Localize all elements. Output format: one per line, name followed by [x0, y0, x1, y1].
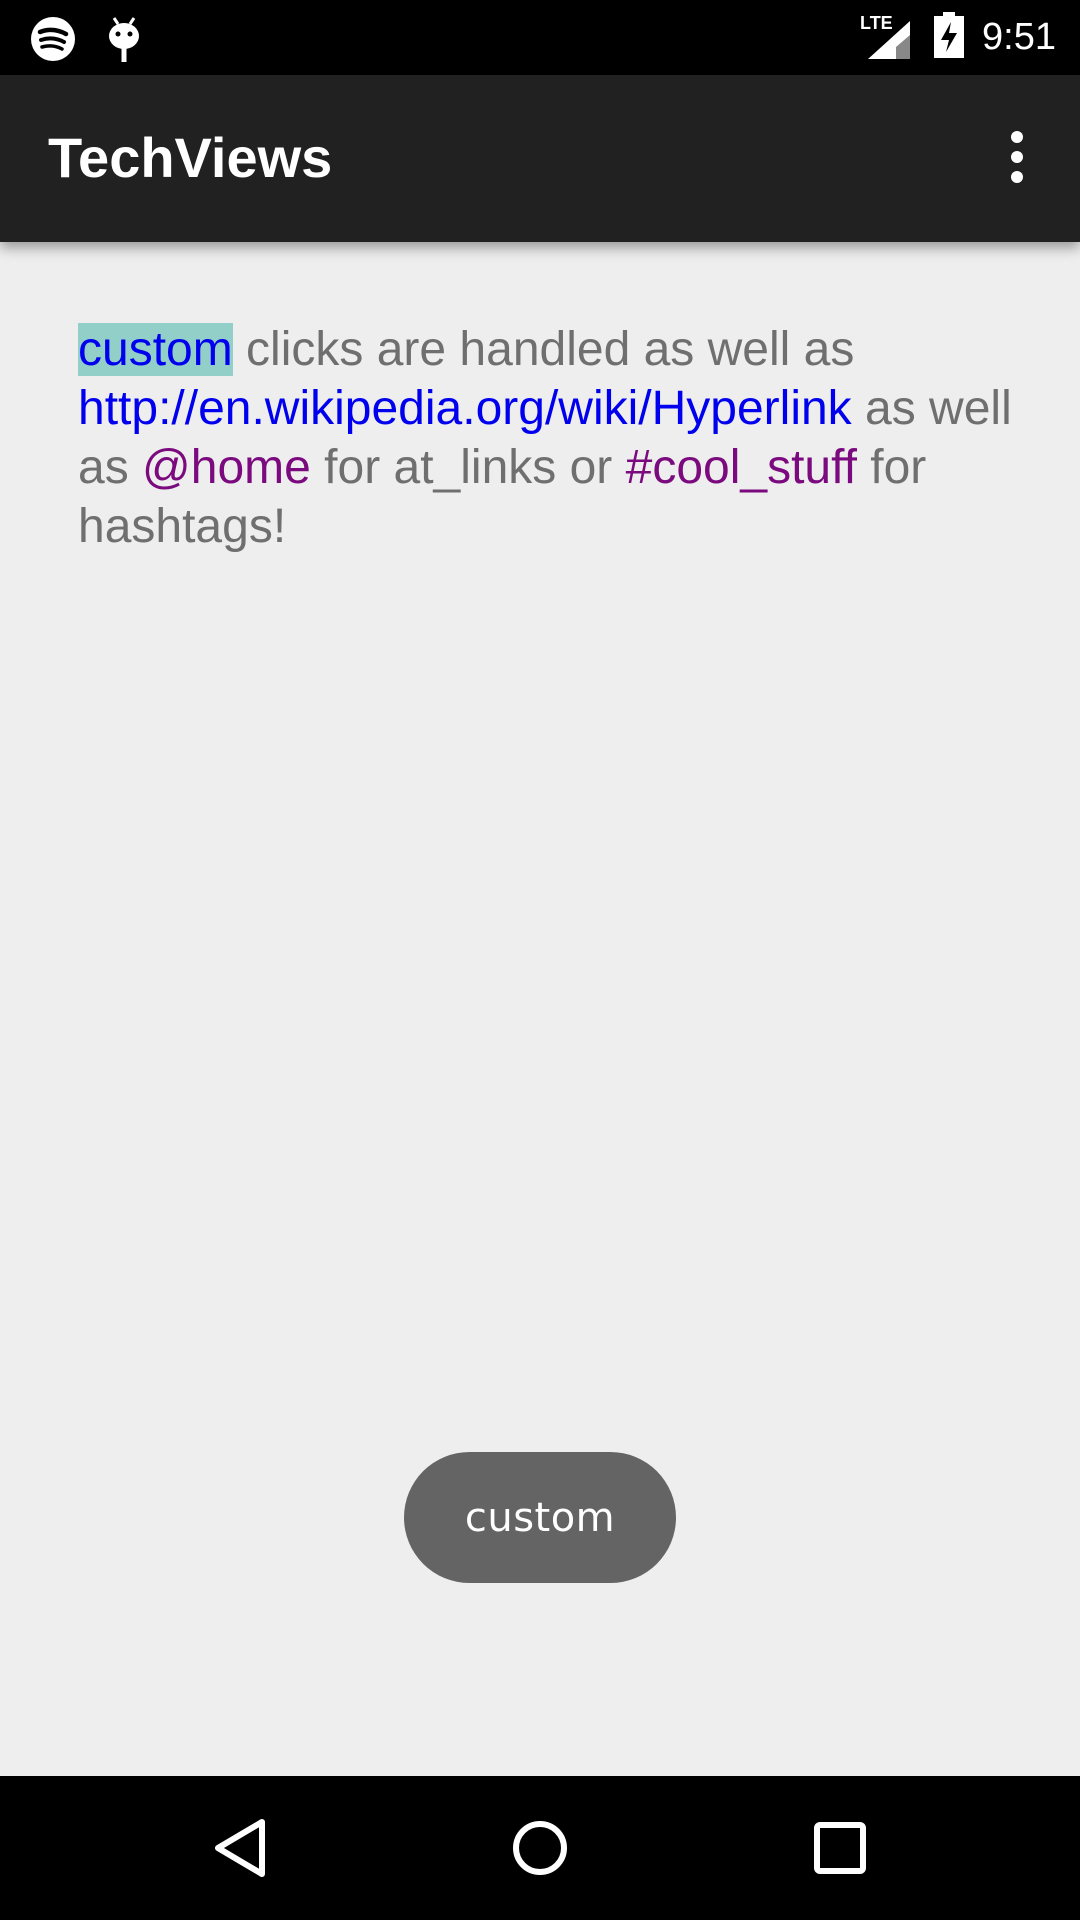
home-button[interactable] [490, 1798, 590, 1898]
battery-charging-icon [932, 10, 966, 65]
back-button[interactable] [190, 1798, 290, 1898]
body-text: clicks are handled as well as [232, 323, 855, 376]
more-vert-icon [1011, 131, 1023, 183]
status-bar: LTE 9:51 [0, 0, 1080, 75]
screen: LTE 9:51 TechViews custom clicks are han… [0, 0, 1080, 1920]
lte-signal-icon: LTE [860, 13, 916, 63]
android-debug-icon [104, 14, 144, 69]
toast-message: custom [464, 1494, 616, 1541]
url-link[interactable]: http://en.wikipedia.org/wiki/Hyperlink [78, 382, 852, 435]
mention-link[interactable]: @home [142, 441, 311, 494]
recents-button[interactable] [790, 1798, 890, 1898]
overflow-menu-button[interactable] [984, 115, 1050, 199]
spotify-icon [30, 16, 76, 67]
status-left-icons [30, 14, 144, 69]
body-text: for at_links or [310, 441, 626, 494]
custom-link[interactable]: custom [78, 323, 233, 376]
recents-icon [814, 1822, 866, 1874]
toast: custom [404, 1452, 676, 1583]
nav-bar [0, 1776, 1080, 1920]
back-icon [215, 1819, 265, 1877]
status-clock: 9:51 [982, 16, 1056, 58]
status-right-icons: LTE 9:51 [860, 10, 1056, 65]
app-bar: TechViews [0, 75, 1080, 242]
home-icon [513, 1821, 567, 1875]
hashtag-link[interactable]: #cool_stuff [626, 441, 857, 494]
linkified-text: custom clicks are handled as well as htt… [78, 320, 1018, 556]
app-title: TechViews [48, 126, 333, 189]
